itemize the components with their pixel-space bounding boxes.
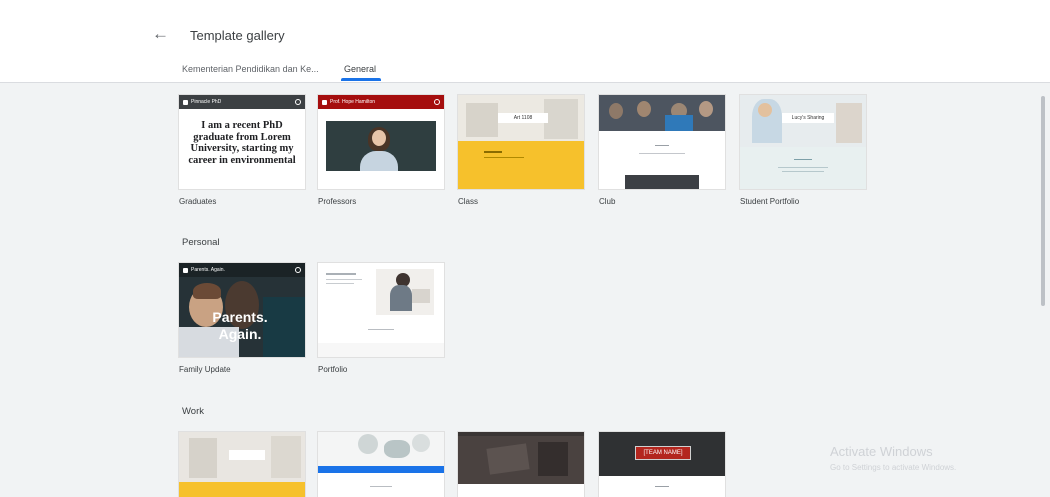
thumbnail-site-name: Pinnacle PhD xyxy=(191,99,222,105)
template-thumbnail-club[interactable] xyxy=(599,95,725,189)
template-label: Graduates xyxy=(179,197,217,206)
thumbnail-site-name: Prof. Hope Hamilton xyxy=(330,99,376,105)
portrait-photo xyxy=(326,121,436,171)
thumbnail-hero xyxy=(179,432,305,482)
thumbnail-banner: Art 1108 xyxy=(498,113,548,123)
thumbnail-overlay-text: Parents. Again. xyxy=(212,309,268,342)
thumbnail-hero: [TEAM NAME] xyxy=(599,432,725,476)
thumbnail-hero: Lucy's Sharing Portfolio xyxy=(740,95,866,147)
template-card-class[interactable]: Art 1108 Class xyxy=(458,95,584,206)
thumbnail-hero xyxy=(318,432,444,466)
template-card-club[interactable]: Club xyxy=(599,95,725,206)
menu-icon xyxy=(322,99,327,105)
template-thumbnail-class[interactable]: Art 1108 xyxy=(458,95,584,189)
tab-organization[interactable]: Kementerian Pendidikan dan Ke... xyxy=(182,64,319,74)
template-card-work-4[interactable]: [TEAM NAME] xyxy=(599,432,725,497)
menu-icon xyxy=(183,99,188,105)
back-arrow-icon[interactable]: ← xyxy=(152,24,169,44)
section-heading-work: Work xyxy=(182,406,204,417)
portfolio-photo xyxy=(376,269,434,315)
template-label: Professors xyxy=(318,197,357,206)
template-card-work-1[interactable] xyxy=(179,432,305,497)
scrollbar-thumb[interactable] xyxy=(1041,96,1045,306)
template-card-family-update[interactable]: Parents. Again. Parents. Again. Family U… xyxy=(179,263,305,374)
template-thumbnail-work-2[interactable] xyxy=(318,432,444,497)
thumbnail-topbar: Pinnacle PhD xyxy=(179,95,305,109)
template-thumbnail-work-1[interactable] xyxy=(179,432,305,497)
thumbnail-hero xyxy=(599,95,725,131)
thumbnail-site-name: Parents. Again. xyxy=(191,267,225,273)
template-thumbnail-portfolio[interactable] xyxy=(318,263,444,357)
template-thumbnail-family-update[interactable]: Parents. Again. Parents. Again. xyxy=(179,263,305,357)
template-card-student-portfolio[interactable]: Lucy's Sharing Portfolio Student Portfol… xyxy=(740,95,866,206)
thumbnail-body xyxy=(458,141,584,189)
thumbnail-topbar: Prof. Hope Hamilton xyxy=(318,95,444,109)
thumbnail-hero: Art 1108 xyxy=(458,95,584,141)
thumbnail-hero xyxy=(458,436,584,484)
search-icon xyxy=(295,267,301,273)
page-title: Template gallery xyxy=(190,28,285,43)
thumbnail-banner: Lucy's Sharing Portfolio xyxy=(782,113,834,123)
thumbnail-headline: I am a recent PhD graduate from Lorem Un… xyxy=(188,120,296,166)
thumbnail-accent-bar xyxy=(318,466,444,473)
template-label: Club xyxy=(599,197,616,206)
template-thumbnail-professors[interactable]: Prof. Hope Hamilton xyxy=(318,95,444,189)
thumbnail-topbar: Parents. Again. xyxy=(179,263,305,277)
template-card-work-2[interactable] xyxy=(318,432,444,497)
active-tab-indicator xyxy=(341,78,381,81)
thumbnail-body xyxy=(740,147,866,189)
template-label: Family Update xyxy=(179,365,231,374)
thumbnail-footer-image xyxy=(625,175,699,189)
template-label: Class xyxy=(458,197,479,206)
search-icon xyxy=(434,99,440,105)
search-icon xyxy=(295,99,301,105)
template-label: Portfolio xyxy=(318,365,348,374)
template-thumbnail-student-portfolio[interactable]: Lucy's Sharing Portfolio xyxy=(740,95,866,189)
tab-general[interactable]: General xyxy=(344,64,376,74)
section-heading-personal: Personal xyxy=(182,237,220,248)
template-thumbnail-work-3[interactable] xyxy=(458,432,584,497)
activation-watermark-subtitle: Go to Settings to activate Windows. xyxy=(830,463,957,472)
template-label: Student Portfolio xyxy=(740,197,800,206)
template-thumbnail-work-4[interactable]: [TEAM NAME] xyxy=(599,432,725,497)
gallery-header: ← Template gallery Kementerian Pendidika… xyxy=(0,0,1050,83)
thumbnail-banner: [TEAM NAME] xyxy=(635,446,691,460)
template-card-graduates[interactable]: Pinnacle PhD I am a recent PhD graduate … xyxy=(179,95,305,206)
template-card-professors[interactable]: Prof. Hope Hamilton Professors xyxy=(318,95,444,206)
template-thumbnail-graduates[interactable]: Pinnacle PhD I am a recent PhD graduate … xyxy=(179,95,305,189)
template-card-work-3[interactable] xyxy=(458,432,584,497)
activation-watermark-title: Activate Windows xyxy=(830,444,933,459)
template-card-portfolio[interactable]: Portfolio xyxy=(318,263,444,374)
menu-icon xyxy=(183,267,188,273)
